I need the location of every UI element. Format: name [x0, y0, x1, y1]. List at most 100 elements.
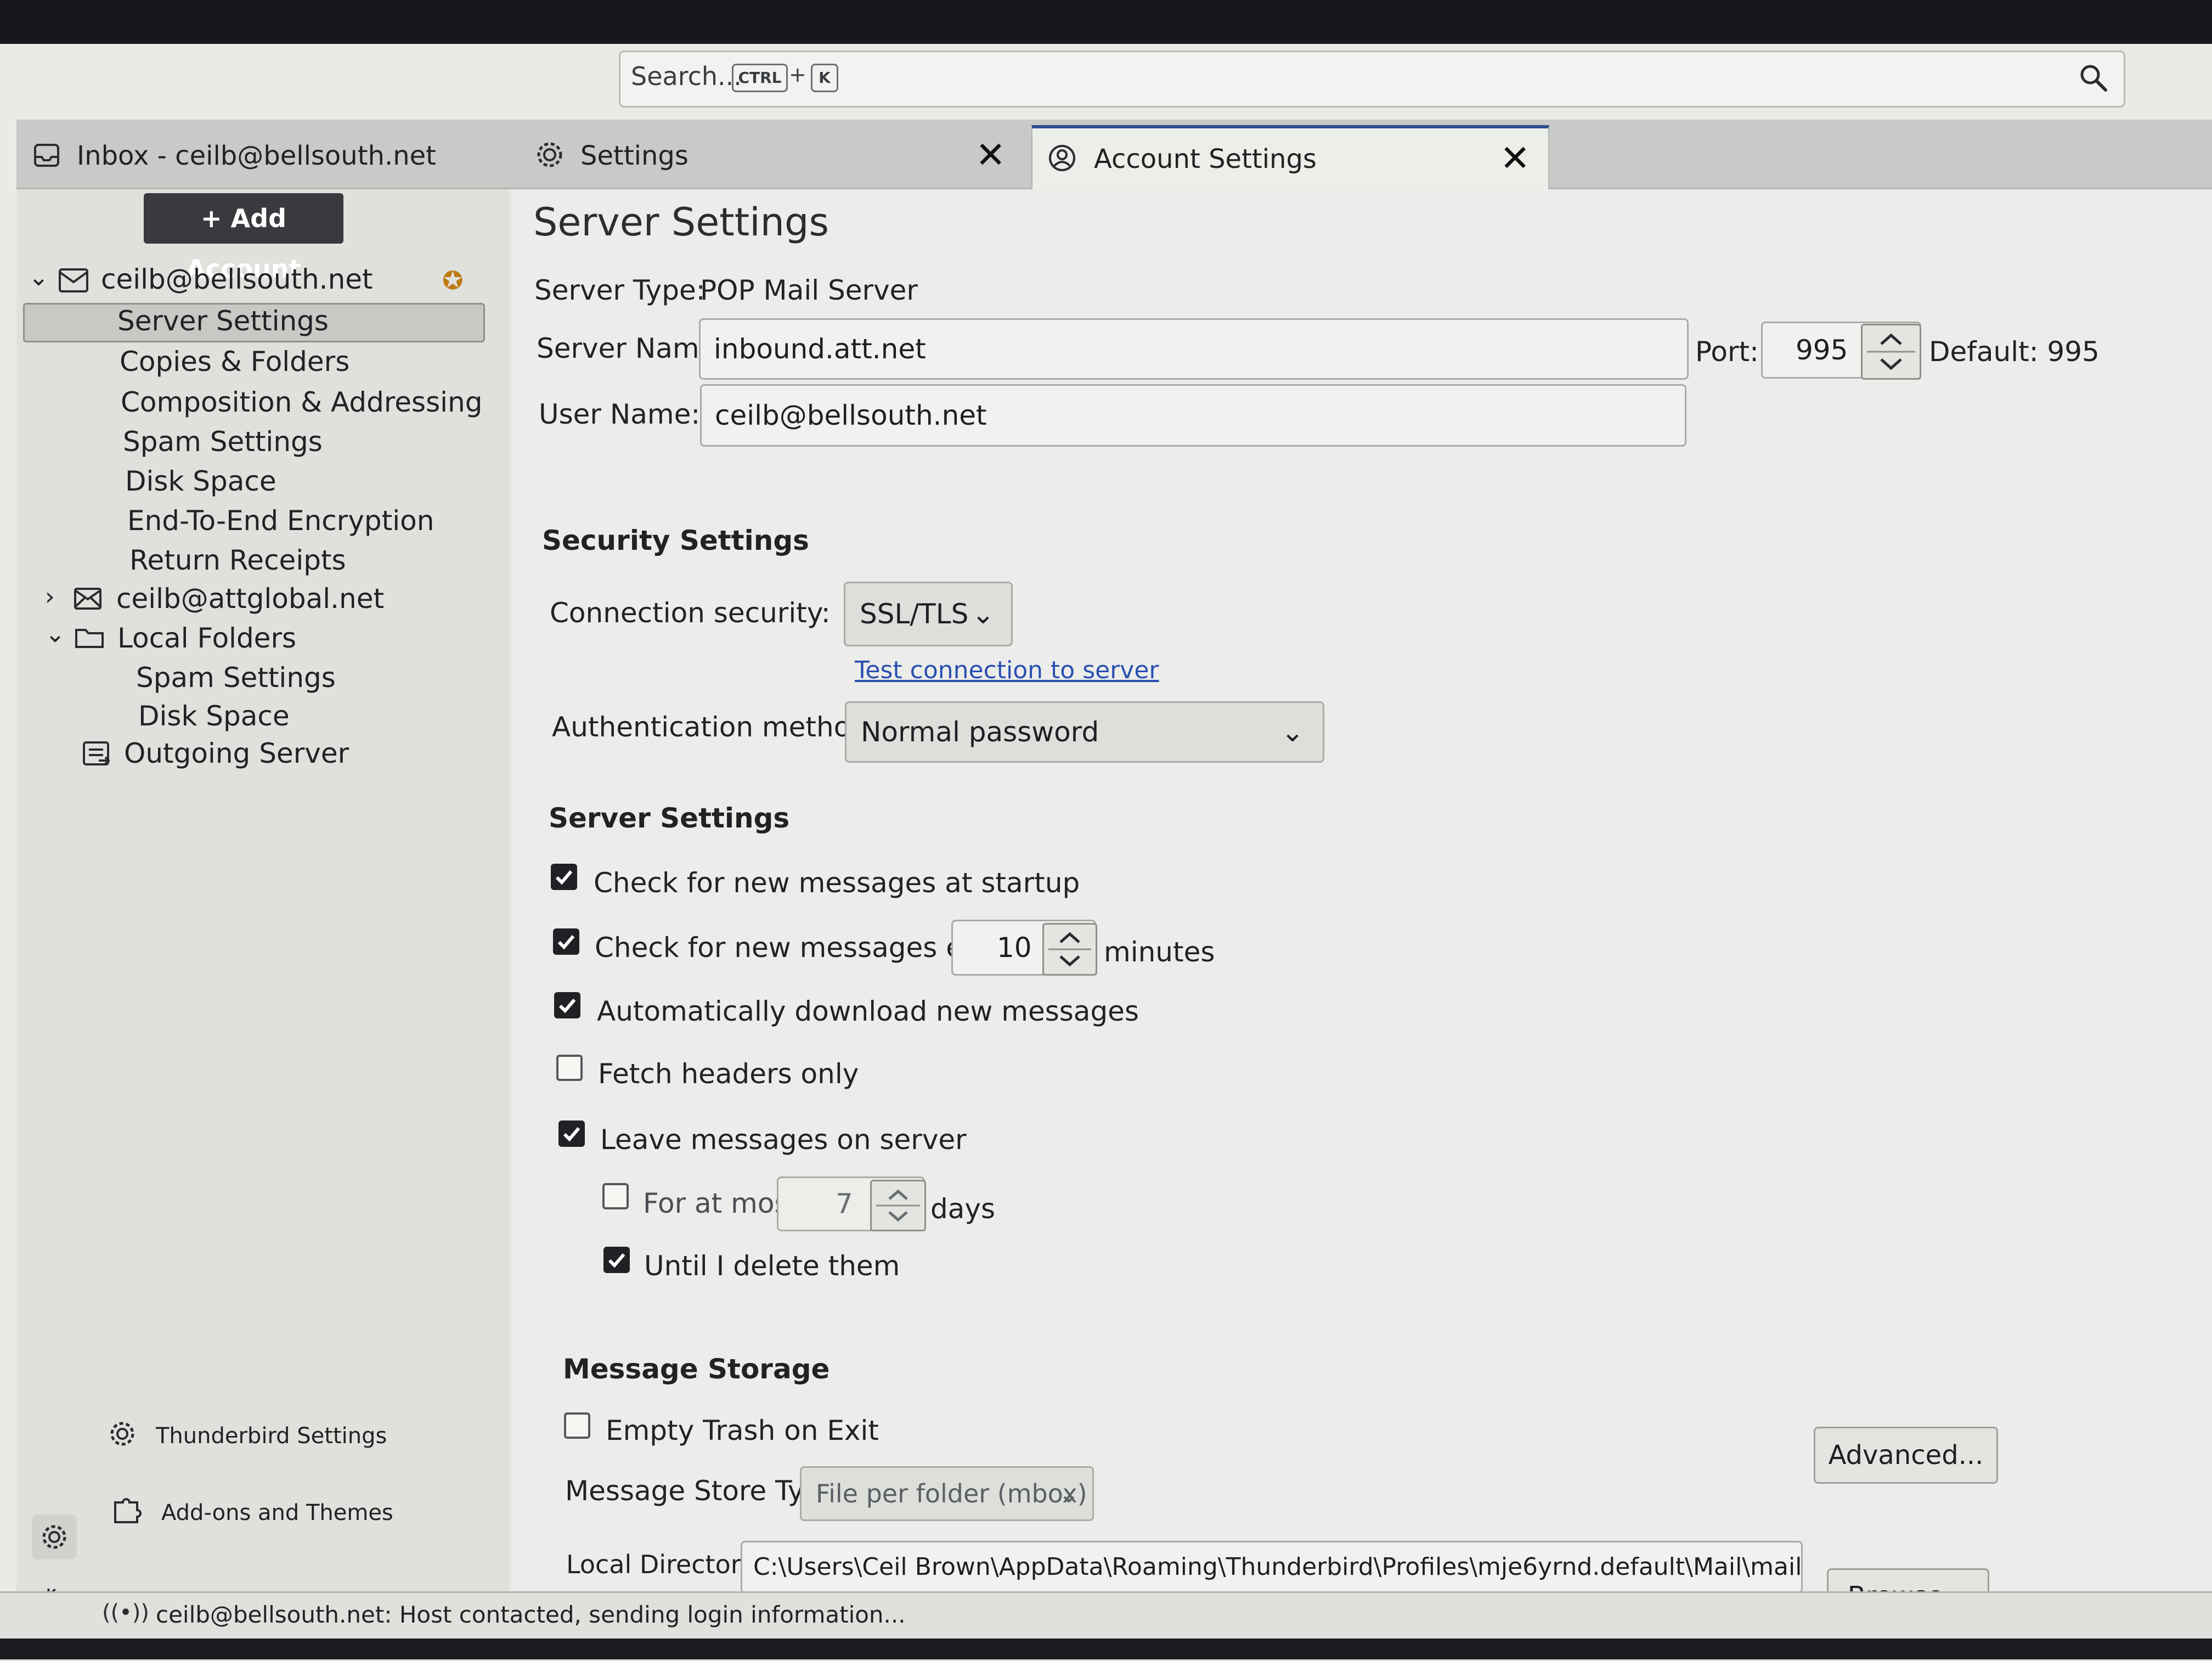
checkmark-icon — [558, 999, 576, 1014]
default-account-star-icon: ✪ — [442, 266, 464, 295]
search-icon[interactable] — [2078, 63, 2109, 93]
sidebar-item-return-receipts[interactable]: Return Receipts — [129, 544, 346, 576]
shortcut-plus: + — [789, 63, 806, 87]
gear-icon — [108, 1419, 137, 1449]
minutes-unit: minutes — [1104, 936, 1215, 968]
for-at-most-label: For at most — [643, 1187, 800, 1219]
chevron-right-icon[interactable]: › — [45, 583, 55, 611]
sidebar-item-e2e-encryption[interactable]: End-To-End Encryption — [127, 505, 434, 537]
connection-activity-icon: ((•)) — [102, 1600, 150, 1625]
until-delete-label: Until I delete them — [644, 1250, 900, 1282]
folder-icon — [75, 626, 104, 649]
outgoing-server-icon — [82, 741, 112, 768]
days-stepper[interactable] — [870, 1180, 926, 1231]
sidebar-item-composition[interactable]: Composition & Addressing — [121, 386, 482, 418]
checkmark-icon — [555, 870, 573, 885]
advanced-button[interactable]: Advanced... — [1814, 1427, 1998, 1484]
chevron-down-icon[interactable]: ⌄ — [29, 263, 49, 291]
sidebar-account-attglobal[interactable]: ceilb@attglobal.net — [116, 583, 384, 615]
default-port-text: Default: 995 — [1929, 336, 2100, 368]
sidebar-item-local-spam[interactable]: Spam Settings — [136, 662, 336, 694]
server-type-value: POP Mail Server — [700, 274, 918, 306]
tab-inbox-label: Inbox - ceilb@bellsouth.net — [77, 140, 436, 171]
auto-download-checkbox[interactable] — [554, 992, 580, 1018]
addons-themes-link[interactable]: Add-ons and Themes — [161, 1500, 393, 1525]
checkmark-icon — [563, 1127, 580, 1142]
check-interval-stepper[interactable] — [1042, 923, 1097, 976]
close-icon[interactable]: ✕ — [975, 137, 1006, 173]
for-at-most-checkbox[interactable] — [602, 1183, 629, 1209]
puzzle-icon — [112, 1493, 144, 1524]
sidebar-account-local-folders[interactable]: Local Folders — [117, 622, 296, 654]
connection-security-label: Connection security: — [550, 597, 831, 629]
global-search-bar[interactable] — [619, 50, 2125, 108]
status-message: ceilb@bellsouth.net: Host contacted, sen… — [156, 1601, 906, 1628]
empty-trash-checkbox[interactable] — [564, 1412, 590, 1439]
chevron-down-icon: ⌄ — [1281, 716, 1304, 748]
sidebar-item-local-disk-space[interactable]: Disk Space — [138, 700, 290, 732]
server-name-input[interactable]: inbound.att.net — [699, 318, 1689, 380]
sidebar-item-outgoing-server[interactable]: Outgoing Server — [124, 737, 349, 769]
close-icon[interactable]: ✕ — [1500, 140, 1530, 177]
days-unit: days — [930, 1193, 996, 1225]
tab-account-settings[interactable]: Account Settings ✕ — [1031, 125, 1549, 192]
tab-settings-label: Settings — [580, 140, 689, 171]
user-name-input[interactable]: ceilb@bellsouth.net — [700, 384, 1686, 447]
connection-security-value: SSL/TLS — [860, 598, 969, 630]
spaces-settings-button[interactable] — [32, 1514, 77, 1559]
os-taskbar — [0, 1639, 2212, 1659]
sidebar-item-spam-settings[interactable]: Spam Settings — [123, 426, 323, 458]
shortcut-key-ctrl: CTRL — [732, 64, 788, 92]
until-delete-checkbox[interactable] — [603, 1247, 630, 1273]
tab-account-settings-label: Account Settings — [1094, 144, 1317, 174]
plus-icon: + — [200, 204, 231, 233]
gear-icon — [534, 139, 565, 170]
server-settings-heading: Server Settings — [549, 802, 790, 834]
sidebar-item-disk-space[interactable]: Disk Space — [125, 465, 276, 497]
gear-icon — [42, 1525, 66, 1549]
local-directory-input[interactable]: C:\Users\Ceil Brown\AppData\Roaming\Thun… — [741, 1541, 1803, 1594]
sidebar-item-server-settings[interactable]: Server Settings — [117, 305, 329, 337]
chevron-down-icon: ⌄ — [1058, 1479, 1080, 1508]
search-placeholder: Search... — [631, 61, 742, 91]
authentication-method-label: Authentication method: — [552, 711, 877, 743]
fetch-headers-label: Fetch headers only — [598, 1058, 859, 1090]
checkmark-icon — [608, 1253, 625, 1268]
message-store-type-value: File per folder (mbox) — [816, 1479, 1087, 1508]
leave-on-server-label: Leave messages on server — [600, 1124, 967, 1156]
message-store-type-select[interactable]: File per folder (mbox) ⌄ — [800, 1466, 1094, 1521]
auto-download-label: Automatically download new messages — [597, 995, 1139, 1027]
fetch-headers-checkbox[interactable] — [556, 1055, 583, 1081]
check-startup-checkbox[interactable] — [551, 864, 577, 890]
chevron-down-icon: ⌄ — [972, 598, 995, 630]
local-directory-label: Local Directory: — [566, 1550, 763, 1579]
thunderbird-settings-link[interactable]: Thunderbird Settings — [156, 1423, 387, 1449]
tab-inbox[interactable]: Inbox - ceilb@bellsouth.net — [16, 122, 516, 187]
sidebar-item-copies-folders[interactable]: Copies & Folders — [120, 346, 349, 378]
mail-account-icon — [74, 587, 102, 610]
inbox-icon — [33, 142, 60, 169]
monitor-bezel — [0, 0, 2212, 44]
page-title: Server Settings — [533, 200, 829, 245]
authentication-method-select[interactable]: Normal password ⌄ — [845, 701, 1324, 763]
security-settings-heading: Security Settings — [542, 525, 809, 556]
add-account-button[interactable]: + Add Account — [144, 193, 343, 284]
sidebar-account-bellsouth[interactable]: ceilb@bellsouth.net — [101, 263, 373, 295]
tab-settings[interactable]: Settings ✕ — [521, 122, 1015, 187]
port-stepper[interactable] — [1861, 324, 1921, 380]
leave-on-server-checkbox[interactable] — [558, 1121, 585, 1147]
check-startup-label: Check for new messages at startup — [594, 867, 1080, 899]
user-name-label: User Name: — [539, 398, 701, 430]
test-connection-link[interactable]: Test connection to server — [855, 656, 1159, 684]
connection-security-select[interactable]: SSL/TLS ⌄ — [844, 582, 1013, 646]
server-name-label: Server Name: — [537, 333, 726, 364]
message-storage-heading: Message Storage — [563, 1353, 830, 1385]
chevron-down-icon[interactable]: ⌄ — [45, 620, 65, 648]
check-every-checkbox[interactable] — [553, 928, 579, 955]
account-settings-icon — [1047, 143, 1077, 173]
authentication-method-value: Normal password — [861, 716, 1099, 748]
port-label: Port: — [1695, 336, 1759, 368]
empty-trash-label: Empty Trash on Exit — [606, 1415, 879, 1446]
mail-account-icon — [58, 268, 89, 293]
checkmark-icon — [557, 935, 575, 950]
